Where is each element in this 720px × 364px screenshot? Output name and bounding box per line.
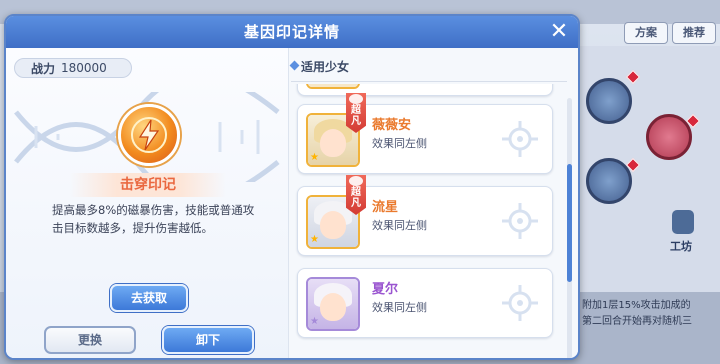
dialog-title: 基因印记详情 (243, 23, 340, 41)
workshop-label[interactable]: 工坊 (670, 238, 692, 254)
character-avatar (306, 84, 360, 89)
scrollbar-thumb[interactable] (567, 164, 572, 282)
character-avatar: ★ (306, 277, 360, 331)
close-button[interactable]: ✕ (548, 21, 570, 43)
character-list[interactable]: ★ 超凡 薇薇安 效果同左侧 ★ 超凡 流星 效果同左侧 ★ 夏尔 效果同左侧 (289, 84, 565, 358)
character-card[interactable]: ★ 超凡 薇薇安 效果同左侧 (297, 93, 553, 174)
gene-pattern-icon (502, 203, 538, 239)
unload-button[interactable]: 卸下 (162, 326, 254, 354)
gear-icon (349, 94, 363, 104)
power-label: 战力 (31, 62, 56, 76)
mark-detail-pane: 战力 180000 击穿印记 提高最多8%的磁暴伤害，技能或普通攻击目标数越多，… (6, 48, 288, 358)
background-text: 附加1层15%攻击加成的 (582, 300, 691, 311)
mark-description: 提高最多8%的磁暴伤害，技能或普通攻击目标数越多，提升伤害越低。 (52, 203, 255, 235)
lightning-icon (138, 119, 160, 151)
gear-icon (349, 176, 363, 186)
rarity-badge: 超凡 (346, 93, 366, 133)
character-card[interactable]: ★ 超凡 流星 效果同左侧 (297, 175, 553, 256)
divider (291, 81, 567, 82)
dialog-titlebar: 基因印记详情 ✕ (6, 16, 578, 48)
character-effect: 效果同左侧 (372, 137, 427, 150)
character-name: 夏尔 (372, 282, 399, 297)
gene-pattern-icon (502, 121, 538, 157)
rarity-badge: 超凡 (346, 175, 366, 215)
gene-pattern-icon (502, 285, 538, 321)
tab-recommend[interactable]: 推荐 (672, 22, 716, 44)
character-effect: 效果同左侧 (372, 301, 427, 314)
gene-node[interactable] (586, 78, 632, 124)
character-name: 流星 (372, 200, 399, 215)
gene-mark-dialog: 基因印记详情 ✕ 战力 180000 击穿印记 提高最多8%的磁暴伤害，技能或普… (4, 14, 580, 360)
star-icon: ★ (310, 316, 319, 327)
workshop-icon[interactable] (672, 210, 694, 234)
background-text: 第二回合开始再对随机三 (582, 316, 692, 327)
character-name: 薇薇安 (372, 118, 412, 133)
character-card[interactable]: ★ 夏尔 效果同左侧 (297, 268, 553, 338)
change-button[interactable]: 更换 (44, 326, 136, 354)
section-diamond-icon (289, 60, 300, 71)
character-card-partial[interactable] (297, 84, 553, 96)
pierce-mark-icon (118, 104, 180, 166)
power-display: 战力 180000 (14, 58, 132, 78)
power-value: 180000 (61, 61, 107, 75)
section-title: 适用少女 (301, 60, 350, 74)
applicable-girls-pane: 适用少女 ★ 超凡 薇薇安 效果同左侧 ★ 超凡 流星 效果同左侧 ★ 夏尔 效… (288, 48, 578, 358)
obtain-button[interactable]: 去获取 (110, 284, 188, 312)
star-icon: ★ (310, 234, 319, 245)
mark-name: 击穿印记 (70, 173, 226, 197)
star-icon: ★ (310, 152, 319, 163)
character-effect: 效果同左侧 (372, 219, 427, 232)
scrollbar[interactable] (567, 98, 572, 358)
tab-plan[interactable]: 方案 (624, 22, 668, 44)
